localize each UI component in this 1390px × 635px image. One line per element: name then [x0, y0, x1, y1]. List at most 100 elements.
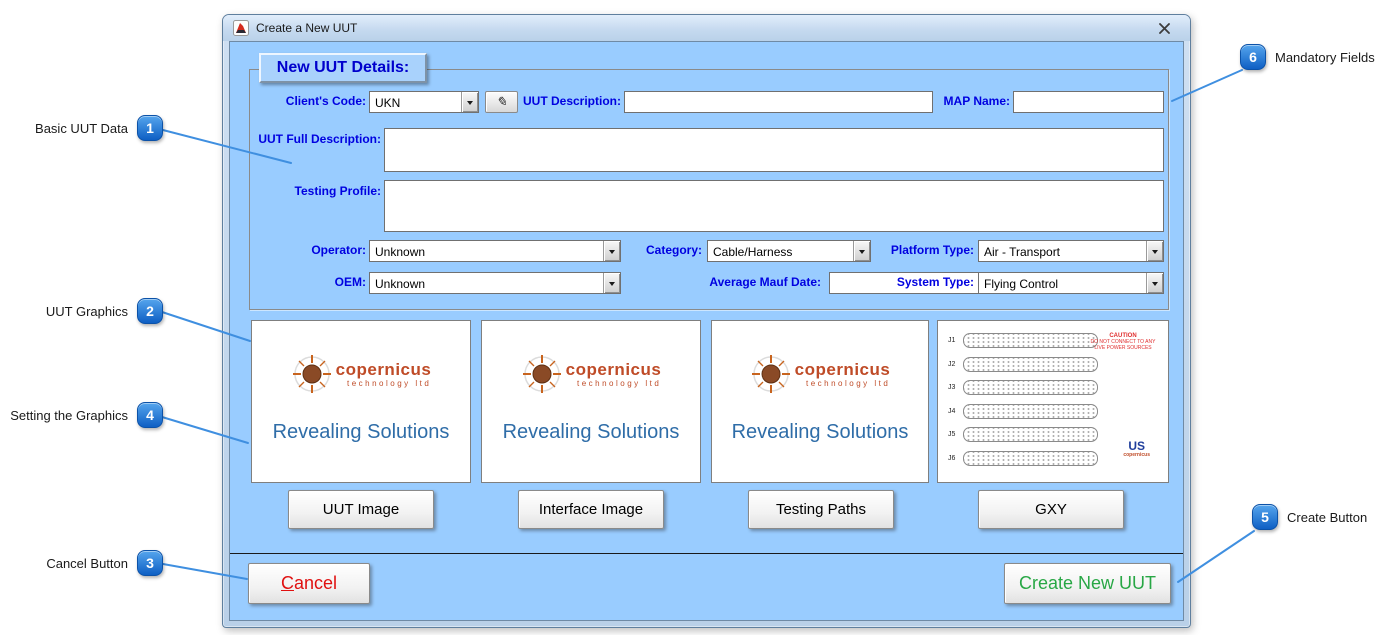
callout-label: Mandatory Fields — [1275, 50, 1375, 65]
create-new-uut-button[interactable]: Create New UUT — [1004, 563, 1171, 604]
operator-label: Operator: — [250, 243, 366, 257]
testing-profile-textarea[interactable] — [384, 180, 1164, 232]
connector-graphic — [963, 404, 1098, 419]
oem-select[interactable]: Unknown — [369, 272, 621, 294]
uut-image-preview: copernicus technology ltd Revealing Solu… — [251, 320, 471, 483]
testing-paths-button[interactable]: Testing Paths — [748, 490, 894, 529]
dropdown-arrow-icon[interactable] — [1146, 273, 1163, 293]
connector-label: J3 — [948, 384, 958, 391]
sun-compass-icon — [750, 353, 792, 395]
callout-cancel-button: Cancel Button 3 — [20, 550, 163, 576]
callout-setting-the-graphics: Setting the Graphics 4 — [6, 402, 163, 428]
copernicus-logo: copernicus technology ltd — [291, 353, 432, 395]
connector-label: J2 — [948, 361, 958, 368]
testing-paths-preview: copernicus technology ltd Revealing Solu… — [711, 320, 929, 483]
brand-text: copernicus — [336, 361, 432, 378]
group-header: New UUT Details: — [259, 53, 427, 83]
uut-full-description-label: UUT Full Description: — [250, 132, 381, 146]
callout-label: Basic UUT Data — [35, 121, 128, 136]
edit-clients-code-button[interactable]: ✎ — [485, 91, 518, 113]
callout-basic-uut-data: Basic UUT Data 1 — [20, 115, 163, 141]
connector-label: J5 — [948, 431, 958, 438]
copernicus-logo: copernicus technology ltd — [521, 353, 662, 395]
callout-number-badge: 6 — [1240, 44, 1266, 70]
brand-subtext: technology ltd — [795, 379, 891, 388]
dropdown-arrow-icon[interactable] — [1146, 241, 1163, 261]
us-mark-text: US — [1123, 440, 1150, 452]
category-label: Category: — [638, 243, 702, 257]
uut-full-description-textarea[interactable] — [384, 128, 1164, 172]
uut-description-label: UUT Description: — [521, 94, 621, 108]
dropdown-arrow-icon[interactable] — [853, 241, 870, 261]
callout-label: Create Button — [1287, 510, 1367, 525]
operator-value: Unknown — [370, 241, 603, 261]
gxy-connector-row: J2 — [948, 353, 1098, 377]
create-new-uut-dialog: Create a New UUT New UUT Details: Client… — [222, 14, 1191, 628]
dropdown-arrow-icon[interactable] — [603, 241, 620, 261]
oem-label: OEM: — [250, 275, 366, 289]
callout-number-badge: 3 — [137, 550, 163, 576]
brand-text: copernicus — [795, 361, 891, 378]
copernicus-logo: copernicus technology ltd — [750, 353, 891, 395]
cancel-label-rest: ancel — [294, 573, 337, 594]
brand-subtext: technology ltd — [566, 379, 662, 388]
mini-brand-text: copernicus — [1123, 452, 1150, 458]
gxy-button[interactable]: GXY — [978, 490, 1124, 529]
connector-graphic — [963, 380, 1098, 395]
system-type-label: System Type: — [880, 275, 974, 289]
callout-mandatory-fields: 6 Mandatory Fields — [1240, 44, 1375, 70]
brand-text: copernicus — [566, 361, 662, 378]
oem-value: Unknown — [370, 273, 603, 293]
system-type-select[interactable]: Flying Control — [978, 272, 1164, 294]
gxy-connector-row: J6 — [948, 447, 1098, 471]
clients-code-select[interactable]: UKN — [369, 91, 479, 113]
connector-graphic — [963, 357, 1098, 372]
tagline-text: Revealing Solutions — [273, 421, 450, 444]
platform-type-label: Platform Type: — [880, 243, 974, 257]
us-logo: US copernicus — [1123, 440, 1150, 458]
interface-image-preview: copernicus technology ltd Revealing Solu… — [481, 320, 701, 483]
gxy-connector-diagram: J1 J2 J3 J4 J5 J6 CAUTION DO NOT CONNECT TO A… — [948, 329, 1160, 476]
uut-image-button[interactable]: UUT Image — [288, 490, 434, 529]
clients-code-value: UKN — [370, 92, 461, 112]
titlebar[interactable]: Create a New UUT — [223, 15, 1190, 41]
category-select[interactable]: Cable/Harness — [707, 240, 871, 262]
window-title: Create a New UUT — [256, 21, 357, 35]
testing-profile-label: Testing Profile: — [250, 184, 381, 198]
screenshot-page: Create a New UUT New UUT Details: Client… — [0, 0, 1390, 635]
platform-type-select[interactable]: Air - Transport — [978, 240, 1164, 262]
connector-graphic — [963, 333, 1098, 348]
tagline-text: Revealing Solutions — [732, 421, 909, 444]
map-name-label: MAP Name: — [934, 94, 1010, 108]
separator-line — [230, 553, 1183, 554]
tagline-text: Revealing Solutions — [503, 421, 680, 444]
dialog-client-area: New UUT Details: Client's Code: UKN ✎ UU… — [229, 41, 1184, 621]
sun-compass-icon — [521, 353, 563, 395]
callout-uut-graphics: UUT Graphics 2 — [20, 298, 163, 324]
interface-image-button[interactable]: Interface Image — [518, 490, 664, 529]
brand-subtext: technology ltd — [336, 379, 432, 388]
dropdown-arrow-icon[interactable] — [461, 92, 478, 112]
caution-note: CAUTION DO NOT CONNECT TO ANY LIVE POWER… — [1090, 333, 1156, 351]
callout-label: UUT Graphics — [46, 304, 128, 319]
platform-type-value: Air - Transport — [979, 241, 1146, 261]
app-icon — [233, 20, 249, 36]
map-name-input[interactable] — [1013, 91, 1164, 113]
average-mauf-date-label: Average Mauf Date: — [628, 275, 821, 289]
connector-label: J4 — [948, 408, 958, 415]
gxy-connector-row: J3 — [948, 376, 1098, 400]
gxy-preview: J1 J2 J3 J4 J5 J6 CAUTION DO NOT CONNECT TO A… — [937, 320, 1169, 483]
cancel-button[interactable]: Cancel — [248, 563, 370, 604]
operator-select[interactable]: Unknown — [369, 240, 621, 262]
dropdown-arrow-icon[interactable] — [603, 273, 620, 293]
clients-code-label: Client's Code: — [250, 94, 366, 108]
gxy-connector-row: J4 — [948, 400, 1098, 424]
connector-label: J6 — [948, 455, 958, 462]
category-value: Cable/Harness — [708, 241, 853, 261]
connector-graphic — [963, 427, 1098, 442]
gxy-connector-row: J1 — [948, 329, 1098, 353]
sun-compass-icon — [291, 353, 333, 395]
uut-description-input[interactable] — [624, 91, 933, 113]
system-type-value: Flying Control — [979, 273, 1146, 293]
close-button[interactable] — [1148, 19, 1180, 37]
